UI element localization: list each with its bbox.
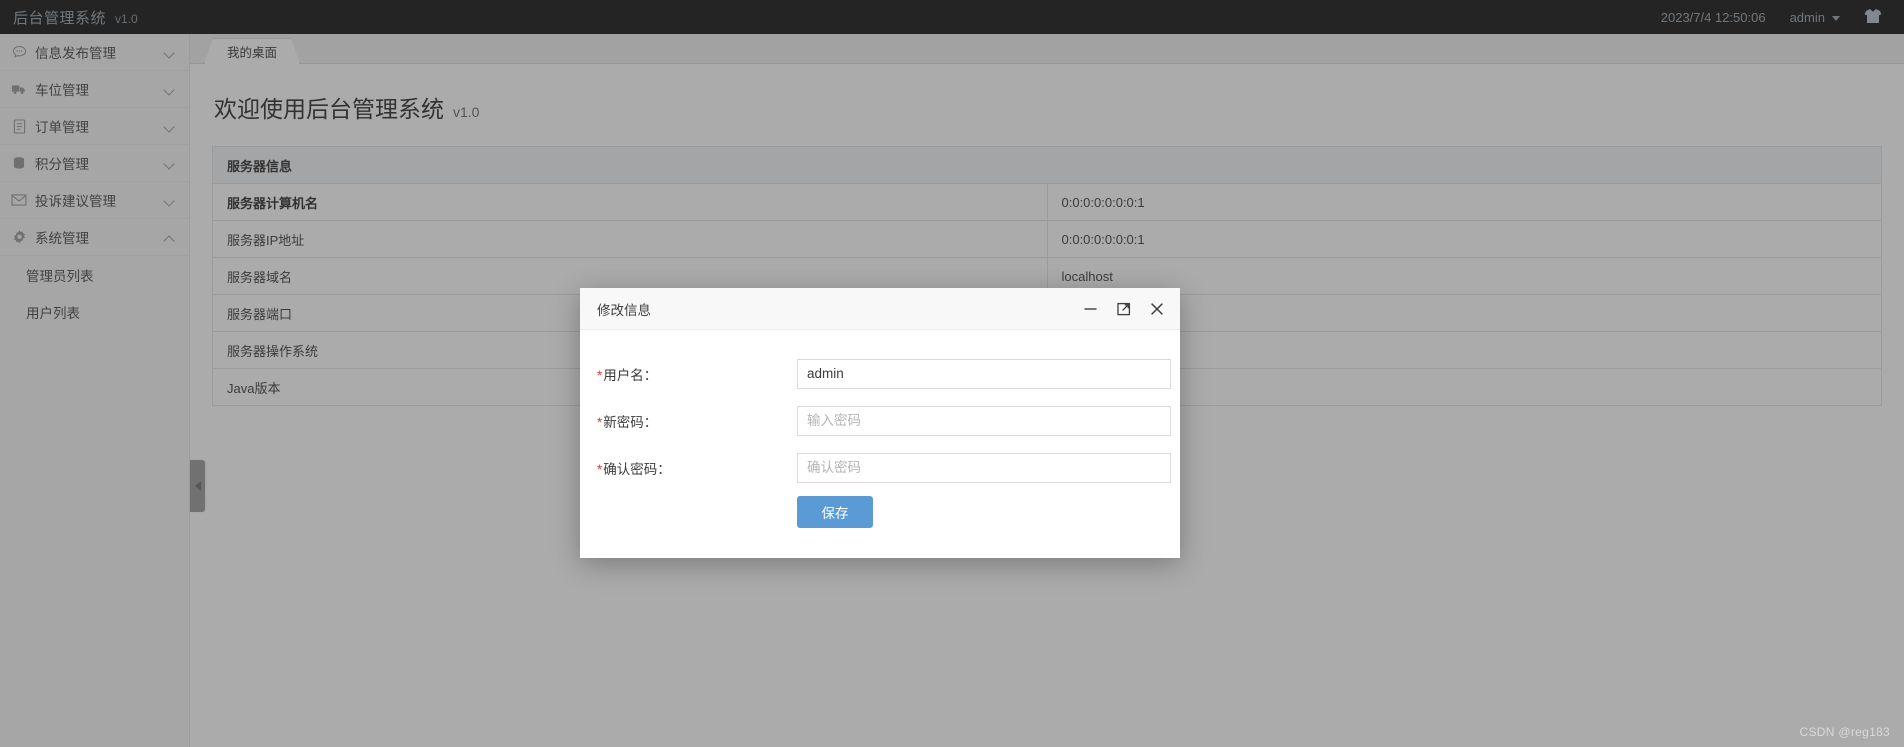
dialog-header: 修改信息 <box>580 288 1180 330</box>
new-password-label: *新密码： <box>597 411 797 431</box>
username-label: *用户名： <box>597 364 797 384</box>
form-row-new-password: *新密码： <box>580 397 1180 444</box>
form-row-confirm-password: *确认密码： <box>580 444 1180 491</box>
required-marker: * <box>597 367 603 383</box>
save-button[interactable]: 保存 <box>797 496 873 528</box>
maximize-icon[interactable] <box>1117 302 1131 316</box>
new-password-input[interactable] <box>797 405 1171 436</box>
username-input[interactable] <box>797 358 1171 389</box>
dialog-title: 修改信息 <box>597 302 651 318</box>
form-row-username: *用户名： <box>580 350 1180 397</box>
minimize-icon[interactable] <box>1083 302 1098 315</box>
confirm-password-label-text: 确认密码： <box>603 461 671 477</box>
required-marker: * <box>597 414 603 430</box>
dialog-window-controls <box>1083 302 1164 316</box>
edit-info-dialog: 修改信息 *用户名： *新密码： *确认密码： 保存 <box>580 288 1180 558</box>
close-icon[interactable] <box>1150 302 1164 316</box>
new-password-label-text: 新密码： <box>603 414 658 430</box>
dialog-actions: 保存 <box>580 491 1180 528</box>
username-label-text: 用户名： <box>603 367 658 383</box>
confirm-password-label: *确认密码： <box>597 458 797 478</box>
confirm-password-input[interactable] <box>797 452 1171 483</box>
required-marker: * <box>597 461 603 477</box>
dialog-body: *用户名： *新密码： *确认密码： 保存 <box>580 330 1180 528</box>
